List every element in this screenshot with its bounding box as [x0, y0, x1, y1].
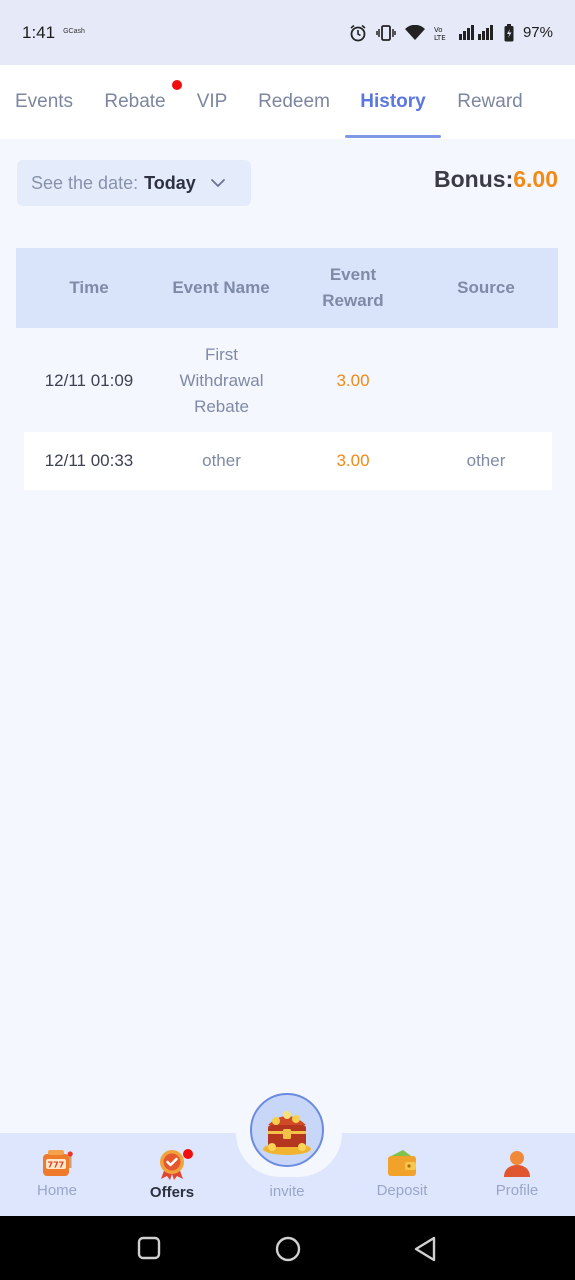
history-table-header: Time Event Name Event Reward Source — [16, 248, 558, 328]
row-reward: 3.00 — [336, 371, 370, 390]
header-event-name: Event Name — [172, 278, 270, 297]
tab-reward[interactable]: Reward — [456, 65, 524, 139]
battery-percent: 97% — [522, 24, 553, 41]
nav-deposit[interactable]: Deposit — [352, 1148, 452, 1199]
table-row: 12/11 01:09 First Withdrawal Rebate 3.00 — [24, 334, 552, 428]
alarm-icon — [350, 24, 366, 41]
system-nav-bar — [0, 1216, 575, 1280]
status-icons: Vo LTE 97% — [349, 23, 553, 42]
tab-history[interactable]: History — [355, 65, 431, 139]
row-time: 12/11 00:33 — [44, 451, 134, 470]
nav-profile-label: Profile — [495, 1182, 539, 1199]
header-source: Source — [457, 278, 515, 297]
header-time: Time — [69, 278, 109, 297]
nav-profile[interactable]: Profile — [467, 1148, 567, 1199]
svg-text:LTE: LTE — [434, 34, 446, 41]
battery-icon — [504, 23, 514, 41]
nav-offers-label: Offers — [149, 1184, 195, 1201]
date-filter-label: See the date: — [31, 172, 139, 193]
date-filter-dropdown[interactable]: See the date: Today — [17, 160, 251, 206]
bonus-total: Bonus:6.00 — [434, 166, 558, 193]
treasure-chest-icon — [263, 1111, 311, 1155]
volte-icon: VoLTE — [434, 26, 446, 41]
nav-invite-label[interactable]: invite — [237, 1183, 337, 1200]
offers-tabs: Events Rebate VIP Redeem History Reward — [0, 65, 575, 139]
slot-machine-icon: 777 — [43, 1150, 73, 1176]
row-source — [436, 334, 536, 428]
tab-rebate[interactable]: Rebate — [103, 65, 167, 139]
table-row: 12/11 00:33 other 3.00 other — [24, 432, 552, 490]
signal-icon — [458, 24, 493, 40]
bonus-value: 6.00 — [513, 166, 558, 192]
nav-home[interactable]: 777 Home — [7, 1148, 107, 1199]
status-bar: 1:41 GCash Vo LTE 97% — [0, 0, 575, 65]
wifi-icon — [404, 24, 425, 40]
bonus-label: Bonus: — [434, 166, 514, 192]
chevron-down-icon — [210, 179, 225, 187]
row-source: other — [466, 451, 506, 470]
user-icon — [504, 1151, 530, 1177]
date-filter-value: Today — [144, 172, 196, 193]
invite-button[interactable] — [250, 1093, 324, 1167]
row-reward: 3.00 — [336, 451, 370, 470]
nav-offers[interactable]: Offers — [122, 1148, 222, 1201]
tab-redeem[interactable]: Redeem — [256, 65, 332, 139]
offers-badge-dot — [183, 1149, 193, 1159]
status-time: 1:41 — [22, 22, 56, 42]
tab-active-indicator — [345, 135, 441, 138]
svg-text:777: 777 — [48, 1161, 65, 1170]
status-app-name: GCash — [63, 28, 85, 35]
nav-home-label: Home — [36, 1182, 77, 1199]
svg-text:Vo: Vo — [434, 26, 443, 34]
vibrate-icon — [376, 24, 396, 41]
header-event-reward: Event Reward — [322, 265, 384, 310]
recent-apps-icon[interactable] — [137, 1236, 161, 1260]
row-time: 12/11 01:09 — [44, 371, 134, 390]
wallet-icon — [388, 1150, 416, 1176]
tab-events[interactable]: Events — [14, 65, 74, 139]
back-icon[interactable] — [412, 1235, 438, 1263]
row-event-name: other — [202, 451, 241, 470]
row-event-name: First Withdrawal Rebate — [179, 345, 264, 416]
rebate-badge-dot — [172, 80, 182, 90]
tab-vip[interactable]: VIP — [196, 65, 228, 139]
home-circle-icon[interactable] — [275, 1236, 301, 1262]
nav-deposit-label: Deposit — [376, 1182, 428, 1199]
